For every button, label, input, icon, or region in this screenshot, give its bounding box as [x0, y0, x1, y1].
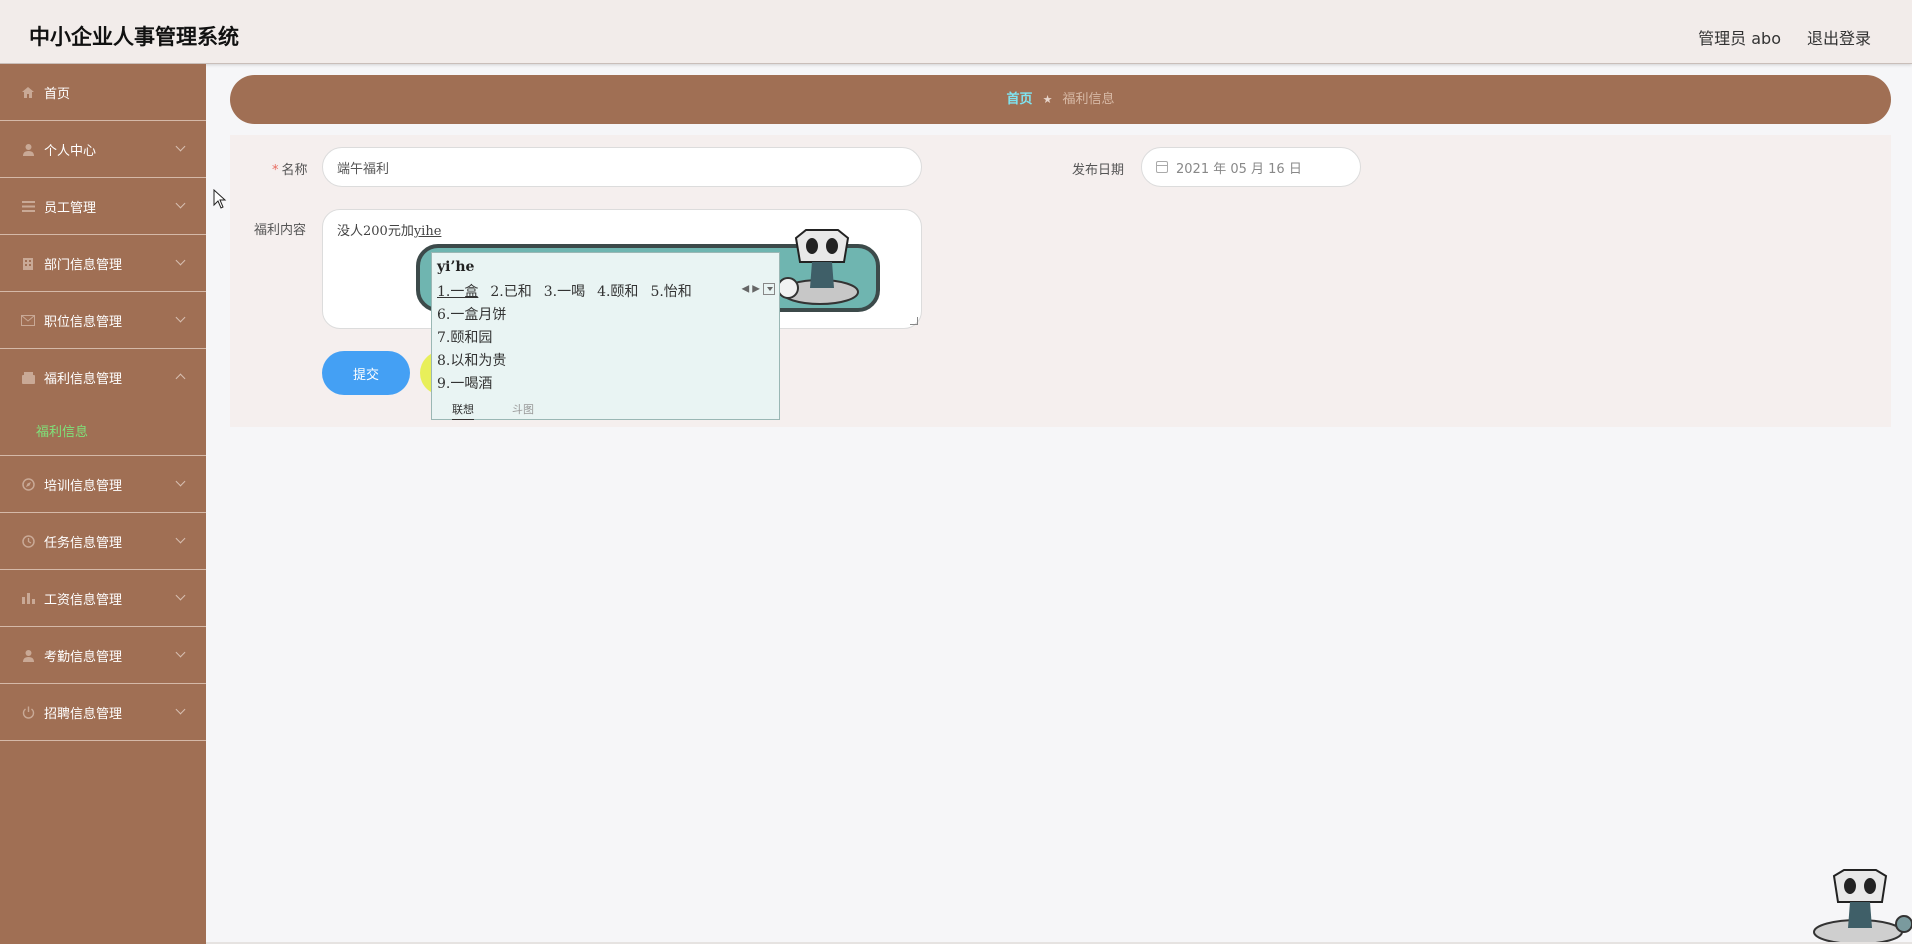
logout-link[interactable]: 退出登录 [1807, 25, 1871, 49]
ime-candidate[interactable]: 6.一盒月饼 [437, 304, 506, 324]
sidebar-item-tasks[interactable]: 任务信息管理 [0, 513, 206, 570]
compass-icon [20, 476, 36, 492]
ime-candidate-row: 1.一盒 2.已和 3.一喝 4.颐和 5.怡和 [437, 281, 704, 301]
ime-composition: yihe [413, 224, 442, 239]
sidebar-subitem-label: 福利信息 [36, 425, 89, 440]
sidebar-subitem-welfare-info[interactable]: 福利信息 [0, 406, 206, 456]
ime-candidate[interactable]: 9.一喝酒 [437, 373, 492, 393]
sidebar-item-label: 福利信息管理 [44, 372, 123, 387]
home-icon [20, 84, 36, 100]
date-input[interactable]: 2021 年 05 月 16 日 [1141, 147, 1361, 187]
chevron-down-icon [175, 198, 186, 209]
mail-icon [20, 312, 36, 328]
sidebar-item-label: 职位信息管理 [44, 314, 123, 330]
name-input[interactable]: 端午福利 [322, 147, 922, 187]
ime-candidate[interactable]: 3.一喝 [544, 284, 585, 300]
ime-pinyin: yi’he [437, 259, 475, 275]
sidebar-item-label: 任务信息管理 [44, 535, 123, 551]
chevron-down-icon [175, 141, 186, 152]
sidebar-item-training[interactable]: 培训信息管理 [0, 456, 206, 513]
ime-page-arrows[interactable]: ◀ ▶ [741, 283, 775, 295]
sidebar-item-employees[interactable]: 员工管理 [0, 178, 206, 235]
sidebar-item-departments[interactable]: 部门信息管理 [0, 235, 206, 292]
sidebar-item-label: 部门信息管理 [44, 257, 123, 273]
power-icon [20, 704, 36, 720]
cat-mascot-icon [778, 229, 859, 305]
sidebar-item-label: 员工管理 [44, 200, 97, 216]
chevron-down-icon [175, 704, 186, 715]
chevron-up-icon [175, 373, 186, 384]
sidebar-item-attendance[interactable]: 考勤信息管理 [0, 627, 206, 684]
ime-candidate[interactable]: 4.颐和 [597, 284, 638, 300]
chevron-down-icon [175, 590, 186, 601]
chevron-down-icon [175, 476, 186, 487]
chevron-down-icon [175, 255, 186, 266]
ime-candidate[interactable]: 2.已和 [490, 284, 531, 300]
sidebar: 首页 个人中心 员工管理 部门信息管理 职位信息管理 福利信息管理 福利信息 培… [0, 64, 206, 944]
bar-chart-icon [20, 590, 36, 606]
sidebar-item-personal[interactable]: 个人中心 [0, 121, 206, 178]
resize-handle[interactable] [910, 317, 918, 325]
sidebar-item-label: 考勤信息管理 [44, 649, 123, 665]
name-label: * 名称 [272, 163, 308, 178]
star-icon: ★ [1042, 94, 1053, 106]
ime-expand-icon[interactable] [763, 283, 775, 295]
submit-button[interactable]: 提交 [322, 351, 410, 395]
ime-tab-stickers[interactable]: 斗图 [512, 401, 534, 417]
sidebar-item-label: 培训信息管理 [44, 478, 123, 494]
top-header: 中小企业人事管理系统 管理员 abo 退出登录 [0, 0, 1912, 64]
sidebar-item-label: 招聘信息管理 [44, 706, 123, 722]
ime-candidate[interactable]: 1.一盒 [437, 284, 478, 300]
user-icon [20, 141, 36, 157]
app-title: 中小企业人事管理系统 [29, 25, 239, 49]
sidebar-item-label: 工资信息管理 [44, 592, 123, 608]
sidebar-item-positions[interactable]: 职位信息管理 [0, 292, 206, 349]
gift-icon [20, 370, 36, 386]
current-user: 管理员 abo [1698, 29, 1781, 48]
ime-candidate-popup: yi’he 1.一盒 2.已和 3.一喝 4.颐和 5.怡和 ◀ ▶ 6.一盒月饼 7.… [431, 252, 780, 420]
sidebar-item-home[interactable]: 首页 [0, 64, 206, 121]
ime-candidate[interactable]: 5.怡和 [650, 284, 691, 300]
sidebar-item-recruitment[interactable]: 招聘信息管理 [0, 684, 206, 741]
chevron-down-icon [175, 647, 186, 658]
chevron-down-icon [175, 312, 186, 323]
calendar-icon [1156, 161, 1168, 173]
required-mark: * [272, 163, 279, 178]
breadcrumb: 首页 ★ 福利信息 [230, 75, 1891, 124]
user-icon [20, 647, 36, 663]
chevron-down-icon [175, 533, 186, 544]
building-icon [20, 255, 36, 271]
content-label: 福利内容 [254, 223, 307, 238]
date-label: 发布日期 [1072, 163, 1125, 178]
ime-candidate[interactable]: 7.颐和园 [437, 327, 492, 347]
list-icon [20, 198, 36, 214]
ime-tab-association[interactable]: 联想 [452, 401, 474, 420]
sidebar-item-salary[interactable]: 工资信息管理 [0, 570, 206, 627]
breadcrumb-current: 福利信息 [1062, 92, 1115, 107]
clock-icon [20, 533, 36, 549]
mouse-cursor-icon [213, 189, 227, 209]
ime-candidate[interactable]: 8.以和为贵 [437, 350, 506, 370]
sidebar-item-welfare[interactable]: 福利信息管理 [0, 349, 206, 406]
ime-tabs: 联想 斗图 [432, 397, 779, 420]
sidebar-item-label: 个人中心 [44, 143, 97, 159]
sidebar-item-label: 首页 [44, 86, 71, 102]
breadcrumb-home[interactable]: 首页 [1007, 92, 1033, 107]
cat-mascot-icon [1813, 869, 1912, 944]
